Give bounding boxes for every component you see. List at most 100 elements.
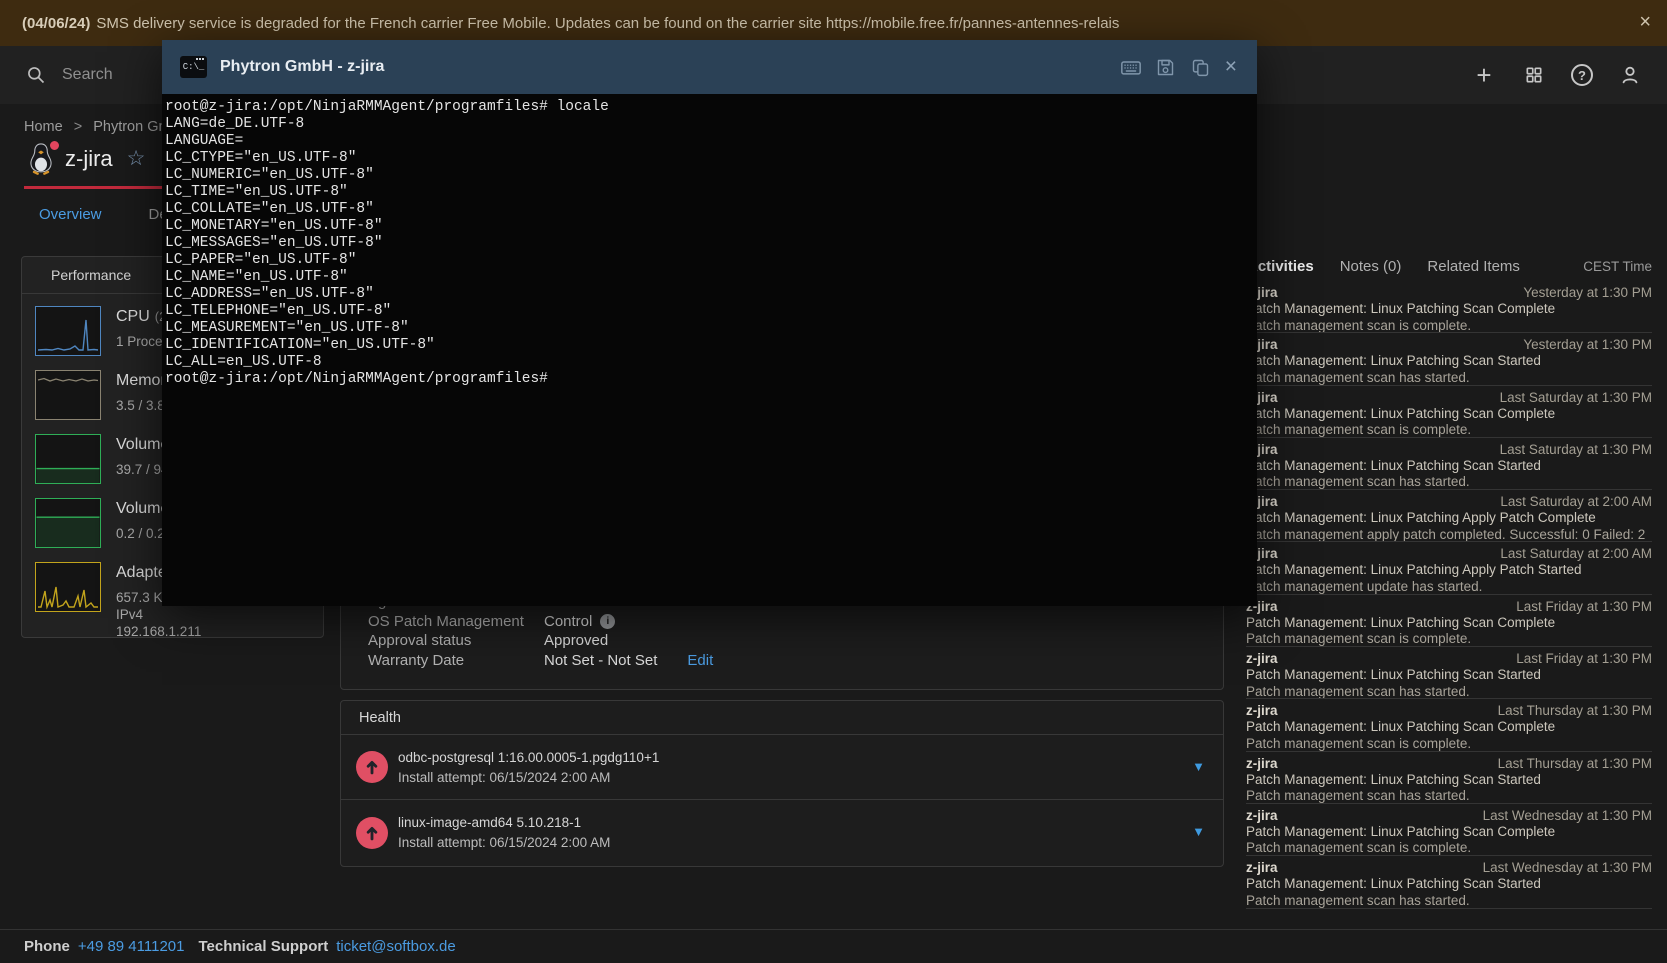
terminal-app-icon: C:\_ (180, 56, 207, 78)
terminal-body[interactable]: root@z-jira:/opt/NinjaRMMAgent/programfi… (162, 94, 1257, 606)
breadcrumb-home[interactable]: Home (24, 119, 63, 135)
activity-device: z-jira (1246, 702, 1278, 719)
volume-sparkline-chart (35, 498, 101, 548)
terminal-close-icon[interactable]: × (1225, 57, 1237, 77)
terminal-title: Phytron GmbH - z-jira (220, 58, 384, 76)
activity-description: Patch management scan is complete. (1246, 736, 1652, 752)
health-list: odbc-postgresql 1:16.00.0005-1.pgdg110+1… (341, 735, 1223, 865)
terminal-line: LC_NUMERIC="en_US.UTF-8" (165, 167, 1257, 184)
health-item-texts: linux-image-amd64 5.10.218-1 Install att… (398, 815, 610, 850)
tab-notes-0[interactable]: Notes (0) (1340, 258, 1402, 275)
activity-title: Patch Management: Linux Patching Apply P… (1246, 562, 1652, 579)
search-input[interactable]: Search (26, 65, 113, 85)
detail-value: Not Set - Not Set (544, 652, 657, 669)
activity-description: Patch management apply patch completed. … (1246, 527, 1652, 543)
activity-title: Patch Management: Linux Patching Scan St… (1246, 353, 1652, 370)
terminal-line: root@z-jira:/opt/NinjaRMMAgent/programfi… (165, 99, 1257, 116)
banner-date: (04/06/24) (22, 15, 90, 32)
terminal-line: root@z-jira:/opt/NinjaRMMAgent/programfi… (165, 371, 1257, 388)
terminal-line: LC_MESSAGES="en_US.UTF-8" (165, 235, 1257, 252)
activities-list: z-jira Yesterday at 1:30 PM Patch Manage… (1246, 281, 1652, 909)
activity-time: Last Wednesday at 1:30 PM (1483, 807, 1652, 824)
terminal-line: LC_IDENTIFICATION="en_US.UTF-8" (165, 337, 1257, 354)
nav-icons: + ? (1471, 46, 1643, 104)
expand-caret-icon[interactable]: ▼ (1192, 824, 1205, 839)
activity-description: Patch management scan is complete. (1246, 631, 1652, 647)
terminal-modal: C:\_ Phytron GmbH - z-jira × root@z-jira… (162, 40, 1257, 606)
info-icon[interactable]: i (600, 614, 615, 629)
tab-overview[interactable]: Overview (39, 206, 102, 231)
install-attempt: Install attempt: 06/15/2024 2:00 AM (398, 770, 659, 785)
copy-icon[interactable] (1190, 56, 1212, 78)
activity-description: Patch management scan has started. (1246, 893, 1652, 909)
activity-description: Patch management scan is complete. (1246, 318, 1652, 334)
banner-close-icon[interactable]: × (1639, 9, 1651, 35)
user-icon[interactable] (1617, 62, 1643, 88)
keyboard-icon[interactable] (1120, 56, 1142, 78)
activity-device: z-jira (1246, 807, 1278, 824)
detail-label: Warranty Date (368, 652, 544, 669)
search-placeholder: Search (62, 66, 113, 84)
performance-label: CPU (116, 308, 150, 325)
add-icon[interactable]: + (1471, 62, 1497, 88)
activity-entry: z-jira Last Friday at 1:30 PM Patch Mana… (1246, 595, 1652, 647)
activity-entry: z-jira Last Wednesday at 1:30 PM Patch M… (1246, 804, 1652, 856)
activity-time: Yesterday at 1:30 PM (1523, 336, 1652, 353)
activity-description: Patch management scan is complete. (1246, 422, 1652, 438)
activity-device: z-jira (1246, 755, 1278, 772)
activity-entry: z-jira Last Saturday at 1:30 PM Patch Ma… (1246, 438, 1652, 490)
status-badge (48, 139, 61, 152)
performance-sub-value: IPv4 (116, 606, 201, 623)
pending-update-icon (356, 751, 388, 783)
activity-time: Last Saturday at 2:00 AM (1500, 545, 1652, 562)
tab-activities[interactable]: Activities (1247, 258, 1314, 275)
terminal-line: LC_CTYPE="en_US.UTF-8" (165, 150, 1257, 167)
tab-related-items[interactable]: Related Items (1427, 258, 1520, 275)
phone-label: Phone (24, 938, 70, 955)
detail-value: Approved (544, 632, 608, 649)
activity-entry: z-jira Last Thursday at 1:30 PM Patch Ma… (1246, 699, 1652, 751)
activity-title: Patch Management: Linux Patching Scan St… (1246, 458, 1652, 475)
activity-entry: z-jira Yesterday at 1:30 PM Patch Manage… (1246, 333, 1652, 385)
cpu-sparkline-chart (35, 306, 101, 356)
activity-entry: z-jira Last Saturday at 2:00 AM Patch Ma… (1246, 490, 1652, 542)
pending-update-icon (356, 817, 388, 849)
health-item: linux-image-amd64 5.10.218-1 Install att… (341, 800, 1223, 865)
terminal-line: LC_TELEPHONE="en_US.UTF-8" (165, 303, 1257, 320)
health-item: odbc-postgresql 1:16.00.0005-1.pgdg110+1… (341, 735, 1223, 800)
activity-time: Last Thursday at 1:30 PM (1498, 755, 1652, 772)
edit-warranty-link[interactable]: Edit (687, 652, 713, 669)
support-email-link[interactable]: ticket@softbox.de (336, 938, 455, 955)
favorite-star-icon[interactable]: ☆ (127, 148, 146, 170)
support-label: Technical Support (198, 938, 328, 955)
activity-time: Last Saturday at 1:30 PM (1500, 389, 1652, 406)
activity-description: Patch management scan is complete. (1246, 840, 1652, 856)
activity-title: Patch Management: Linux Patching Scan Co… (1246, 406, 1652, 423)
terminal-line: LC_MEASUREMENT="en_US.UTF-8" (165, 320, 1257, 337)
apps-grid-icon[interactable] (1521, 62, 1547, 88)
activity-time: Last Wednesday at 1:30 PM (1483, 859, 1652, 876)
phone-link[interactable]: +49 89 4111201 (78, 938, 185, 955)
activity-title: Patch Management: Linux Patching Scan St… (1246, 876, 1652, 893)
expand-caret-icon[interactable]: ▼ (1192, 759, 1205, 774)
activity-device: z-jira (1246, 859, 1278, 876)
detail-label: Approval status (368, 632, 544, 649)
terminal-actions: × (1120, 56, 1237, 78)
banner-message: SMS delivery service is degraded for the… (96, 15, 1119, 32)
activity-description: Patch management scan has started. (1246, 684, 1652, 700)
activity-time: Last Saturday at 1:30 PM (1500, 441, 1652, 458)
activity-description: Patch management scan has started. (1246, 788, 1652, 804)
save-icon[interactable] (1155, 56, 1177, 78)
terminal-titlebar[interactable]: C:\_ Phytron GmbH - z-jira × (162, 40, 1257, 94)
help-icon[interactable]: ? (1571, 64, 1593, 86)
memory-sparkline-chart (35, 370, 101, 420)
device-header: z-jira ☆ (27, 142, 146, 176)
activity-title: Patch Management: Linux Patching Apply P… (1246, 510, 1652, 527)
activity-title: Patch Management: Linux Patching Scan Co… (1246, 719, 1652, 736)
activity-time: Last Friday at 1:30 PM (1516, 650, 1652, 667)
terminal-line: LANGUAGE= (165, 133, 1257, 150)
activity-title: Patch Management: Linux Patching Scan St… (1246, 772, 1652, 789)
terminal-line: LC_PAPER="en_US.UTF-8" (165, 252, 1257, 269)
app-root: (04/06/24) SMS delivery service is degra… (0, 0, 1667, 963)
volume-sparkline-chart (35, 434, 101, 484)
